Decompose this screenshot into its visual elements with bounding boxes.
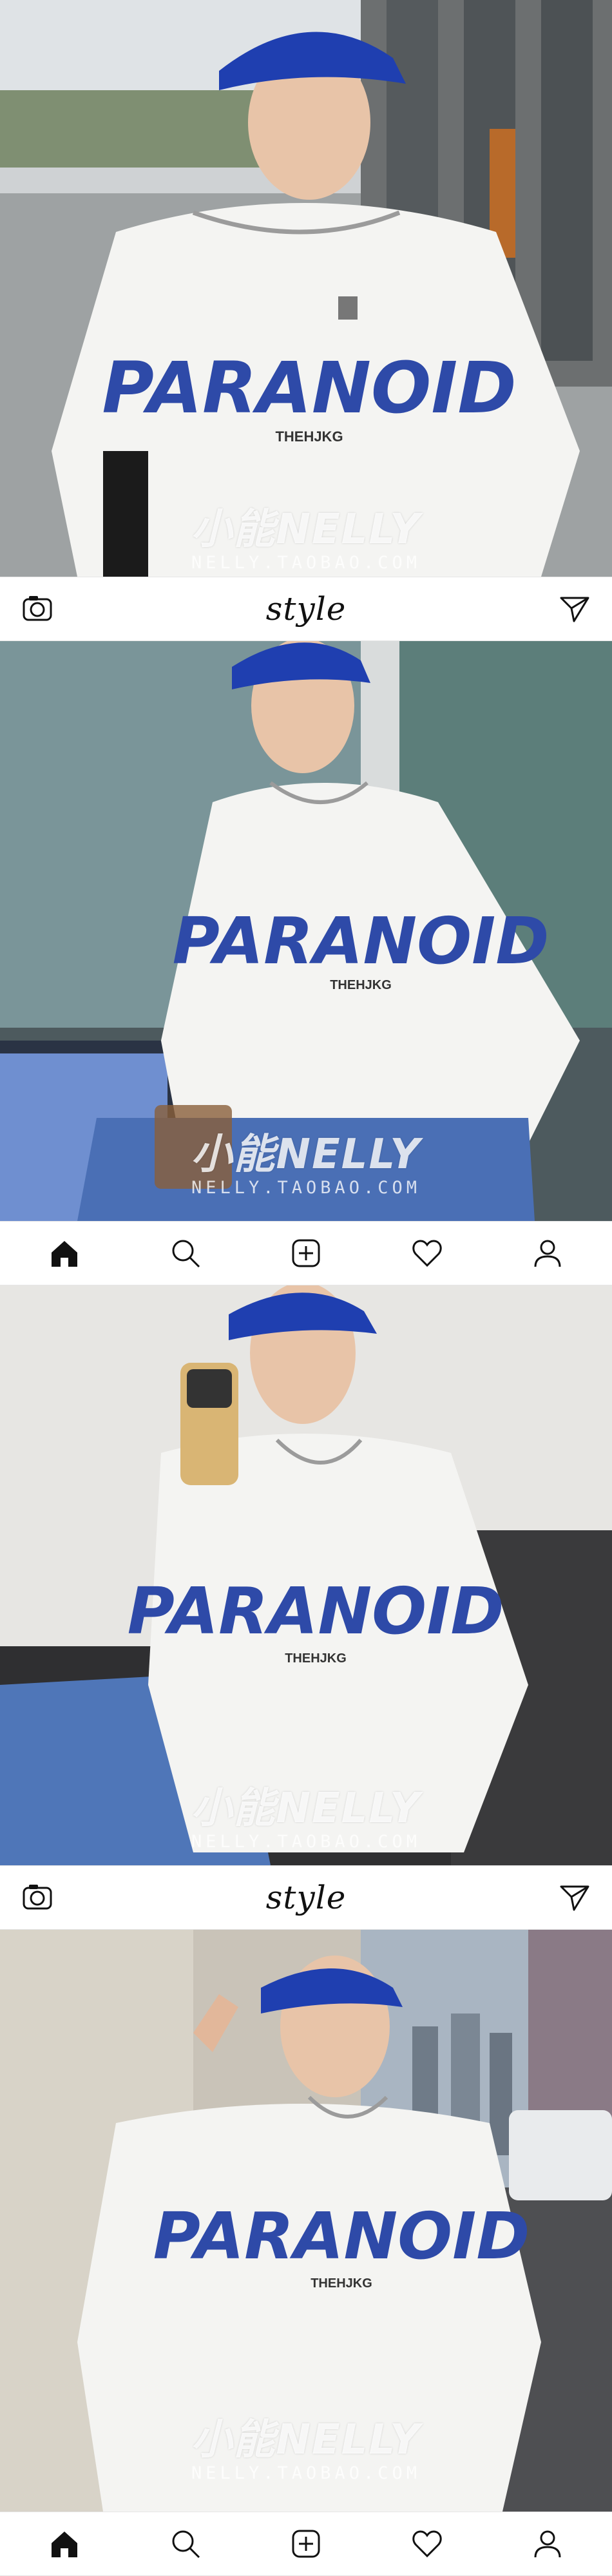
feed-photo-1[interactable]: PARANOID THEHJKG 小能NELLY NELLY.TAOBAO.CO…: [0, 0, 612, 577]
camera-icon[interactable]: [18, 1878, 57, 1917]
shirt-print-text: PARANOID: [173, 903, 550, 979]
add-post-icon[interactable]: [287, 2524, 325, 2563]
heart-icon[interactable]: [408, 1234, 446, 1273]
brand-logo: style: [265, 590, 347, 628]
add-post-icon[interactable]: [287, 1234, 325, 1273]
send-icon[interactable]: [555, 590, 594, 628]
profile-icon[interactable]: [528, 2524, 567, 2563]
feed: PARANOID THEHJKG 小能NELLY NELLY.TAOBAO.CO…: [0, 0, 612, 2576]
feed-photo-4[interactable]: PARANOID THEHJKG 小能NELLY NELLY.TAOBAO.CO…: [0, 1930, 612, 2512]
top-bar-1: style: [0, 577, 612, 641]
brand-logo: style: [265, 1879, 347, 1916]
feed-photo-3[interactable]: PARANOID THEHJKG 小能NELLY NELLY.TAOBAO.CO…: [0, 1285, 612, 1865]
shirt-tag-text: THEHJKG: [285, 1651, 347, 1666]
home-icon[interactable]: [45, 1234, 84, 1273]
shirt-print-text: PARANOID: [153, 2198, 530, 2274]
bottom-nav-2: [0, 2512, 612, 2576]
search-icon[interactable]: [166, 1234, 205, 1273]
photo-1-scene: PARANOID THEHJKG: [0, 0, 612, 577]
shirt-tag-text: THEHJKG: [311, 2276, 372, 2291]
shirt-print-text: PARANOID: [102, 347, 516, 429]
top-bar-2: style: [0, 1865, 612, 1930]
search-icon[interactable]: [166, 2524, 205, 2563]
heart-icon[interactable]: [408, 2524, 446, 2563]
shirt-tag-text: THEHJKG: [275, 428, 343, 445]
shirt-tag-text: THEHJKG: [330, 978, 392, 992]
photo-2-scene: PARANOID THEHJKG: [0, 641, 612, 1221]
profile-icon[interactable]: [528, 1234, 567, 1273]
shirt-print-text: PARANOID: [128, 1573, 504, 1649]
bottom-nav-1: [0, 1221, 612, 1285]
feed-photo-2[interactable]: PARANOID THEHJKG 小能NELLY NELLY.TAOBAO.CO…: [0, 641, 612, 1221]
send-icon[interactable]: [555, 1878, 594, 1917]
home-icon[interactable]: [45, 2524, 84, 2563]
camera-icon[interactable]: [18, 590, 57, 628]
photo-3-scene: PARANOID THEHJKG: [0, 1285, 612, 1865]
photo-4-scene: PARANOID THEHJKG: [0, 1930, 612, 2512]
